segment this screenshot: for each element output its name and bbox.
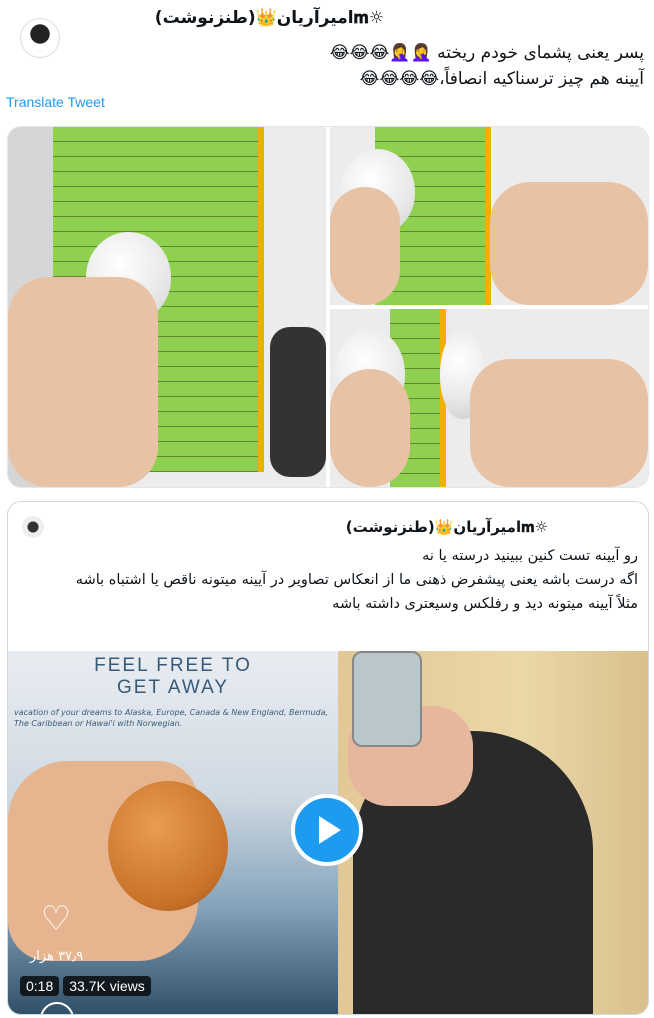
photo-2[interactable] — [330, 127, 648, 305]
play-icon — [318, 816, 341, 844]
poster-title-line-2: GET AWAY — [116, 677, 230, 698]
tweet-text-line-2: آیینه هم چیز ترسناکیه انصافاً،😂😂😂😂 — [359, 69, 644, 89]
video-views: 33.7K views — [63, 976, 151, 996]
play-button[interactable] — [291, 794, 363, 866]
author-name[interactable]: ☼𝐦امیرآریان👑(طنزنوشت) — [155, 8, 384, 28]
poster-title-line-1: FEEL FREE TO — [94, 655, 252, 676]
quoted-author-avatar[interactable] — [22, 516, 44, 538]
phone — [352, 651, 422, 747]
poster-subtitle: vacation of your dreams to Alaska, Europ… — [14, 708, 329, 728]
quoted-author-name[interactable]: ☼𝐦امیرآریان👑(طنزنوشت) — [346, 518, 548, 536]
quoted-tweet[interactable]: ☼𝐦امیرآریان👑(طنزنوشت) رو آیینه تست کنین … — [7, 501, 649, 1015]
photo-3[interactable] — [330, 309, 648, 487]
tweet-text: پسر یعنی پشمای خودم ریخته 🤦‍♀️🤦‍♀️😂😂😂 آی… — [44, 40, 644, 92]
tweet-text-line-1: پسر یعنی پشمای خودم ریخته 🤦‍♀️🤦‍♀️😂😂😂 — [329, 43, 644, 63]
egg — [108, 781, 228, 911]
photo-grid — [7, 126, 649, 488]
video-badge: 0:18 33.7K views — [20, 976, 151, 996]
poster-title: FEEL FREE TO GET AWAY — [8, 655, 338, 699]
photo-1[interactable] — [8, 127, 326, 487]
translate-tweet-link[interactable]: Translate Tweet — [6, 94, 105, 110]
quoted-text-line-1: رو آیینه تست کنین ببینید درسته یا نه — [422, 548, 638, 564]
quoted-text-line-3: مثلاً آیینه میتونه دید و رفلکس وسیعتری د… — [332, 596, 638, 612]
likes-count: ۳۷٫۹ هزار — [30, 949, 84, 964]
video-player[interactable]: FEEL FREE TO GET AWAY vacation of your d… — [8, 651, 648, 1014]
video-duration: 0:18 — [20, 976, 60, 996]
quoted-text-line-2: اگه درست باشه یعنی پیشفرض ذهنی ما از انع… — [75, 572, 638, 588]
quoted-text: رو آیینه تست کنین ببینید درسته یا نه اگه… — [18, 544, 638, 616]
heart-icon[interactable]: ♡ — [38, 902, 74, 936]
